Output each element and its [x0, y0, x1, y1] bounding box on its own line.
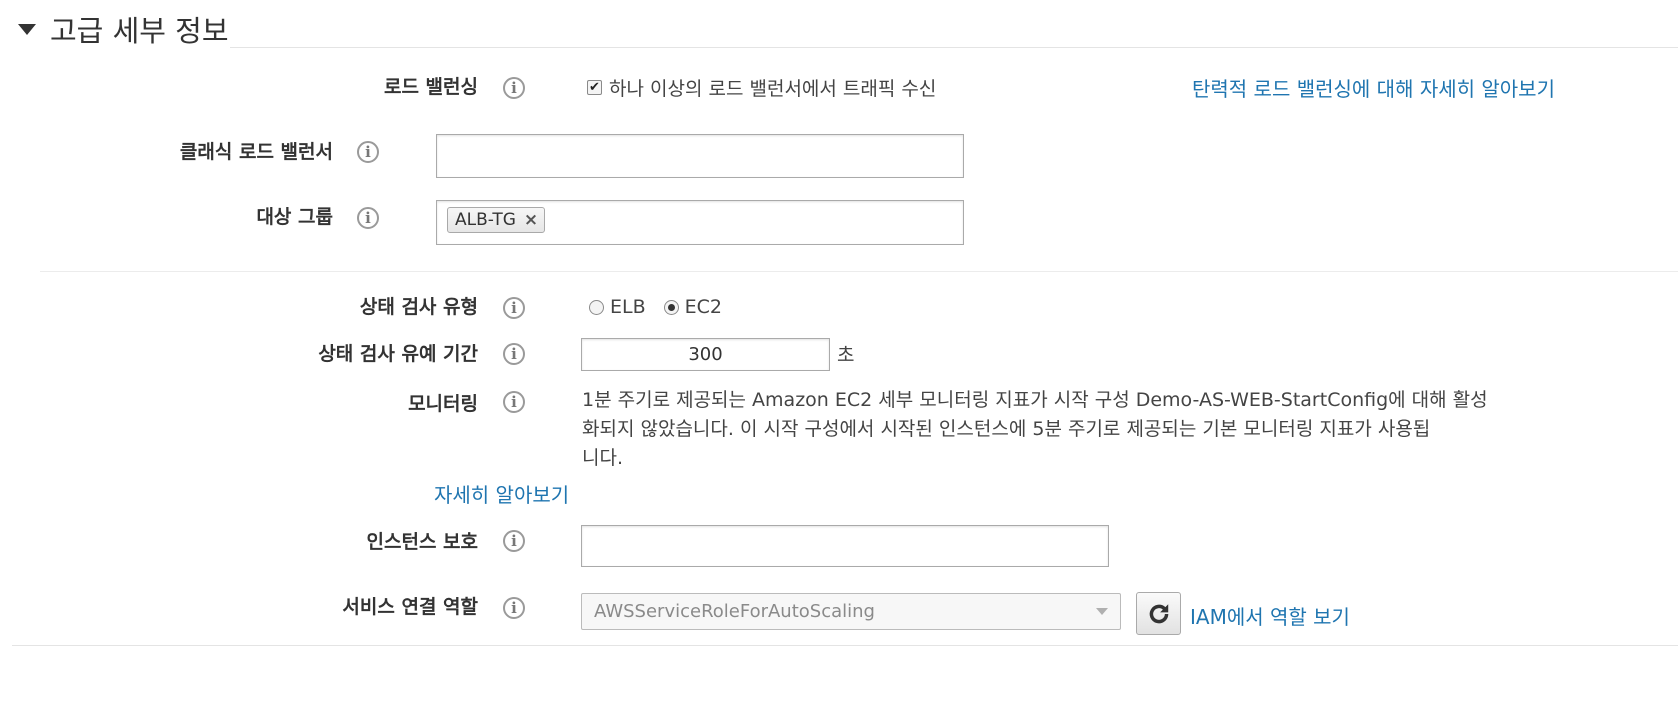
monitoring-line: 1분 주기로 제공되는 Amazon EC2 세부 모니터링 지표가 시작 구성…: [582, 389, 1488, 411]
section-title: 고급 세부 정보: [50, 14, 229, 48]
info-icon[interactable]: i: [503, 77, 525, 99]
grace-period-label: 상태 검사 유예 기간: [318, 343, 478, 365]
load-balancing-checkbox-row[interactable]: ✔ 하나 이상의 로드 밸런서에서 트래픽 수신: [587, 74, 936, 101]
checkbox-load-balancer[interactable]: ✔: [587, 80, 602, 95]
monitoring-description: 1분 주기로 제공되는 Amazon EC2 세부 모니터링 지표가 시작 구성…: [582, 386, 1572, 473]
service-role-select[interactable]: AWSServiceRoleForAutoScaling: [581, 593, 1121, 630]
grace-period-input[interactable]: 300: [581, 338, 830, 371]
triangle-down-icon[interactable]: [18, 23, 36, 35]
radio-elb-label: ELB: [610, 296, 646, 318]
info-icon[interactable]: i: [503, 343, 525, 365]
section-header[interactable]: 고급 세부 정보: [12, 10, 229, 48]
health-check-type-options: ELB EC2: [589, 296, 722, 318]
info-icon[interactable]: i: [503, 297, 525, 319]
group-divider: [40, 271, 1678, 272]
section-bottom-divider: [12, 645, 1678, 646]
load-balancing-label: 로드 밸런싱: [383, 76, 478, 98]
target-group-input[interactable]: ALB-TG ×: [436, 200, 964, 245]
checkbox-label: 하나 이상의 로드 밸런서에서 트래픽 수신: [609, 78, 937, 100]
monitoring-learn-more-link[interactable]: 자세히 알아보기: [434, 479, 569, 508]
instance-protection-input[interactable]: [581, 525, 1109, 567]
tag-label: ALB-TG: [455, 210, 516, 230]
info-icon[interactable]: i: [503, 530, 525, 552]
grace-period-unit: 초: [837, 344, 855, 366]
health-check-type-label: 상태 검사 유형: [359, 296, 478, 318]
learn-more-elb-link[interactable]: 탄력적 로드 밸런싱에 대해 자세히 알아보기: [1192, 73, 1555, 102]
target-group-tag[interactable]: ALB-TG ×: [447, 207, 546, 233]
close-icon[interactable]: ×: [524, 210, 538, 230]
radio-ec2-label: EC2: [684, 296, 722, 318]
instance-protection-label: 인스턴스 보호: [366, 531, 479, 553]
radio-elb[interactable]: [589, 299, 604, 315]
info-icon[interactable]: i: [503, 597, 525, 619]
iam-view-role-link[interactable]: IAM에서 역할 보기: [1190, 601, 1350, 630]
classic-lb-label: 클래식 로드 밸런서: [179, 141, 333, 163]
monitoring-line: 화되지 않았습니다. 이 시작 구성에서 시작된 인스턴스에 5분 주기로 제공…: [582, 418, 1431, 440]
section-divider: [230, 47, 1678, 48]
classic-lb-input[interactable]: [436, 134, 964, 178]
target-group-label: 대상 그룹: [256, 206, 333, 228]
info-icon[interactable]: i: [357, 141, 379, 163]
chevron-down-icon: [1096, 608, 1108, 615]
info-icon[interactable]: i: [357, 207, 379, 229]
service-role-label: 서비스 연결 역할: [342, 596, 478, 618]
info-icon[interactable]: i: [503, 391, 525, 413]
radio-ec2[interactable]: [663, 299, 679, 315]
refresh-button[interactable]: [1136, 592, 1181, 635]
monitoring-line: 니다.: [582, 447, 623, 469]
service-role-selected: AWSServiceRoleForAutoScaling: [594, 601, 875, 622]
monitoring-label: 모니터링: [408, 393, 478, 415]
refresh-icon: [1149, 603, 1168, 623]
